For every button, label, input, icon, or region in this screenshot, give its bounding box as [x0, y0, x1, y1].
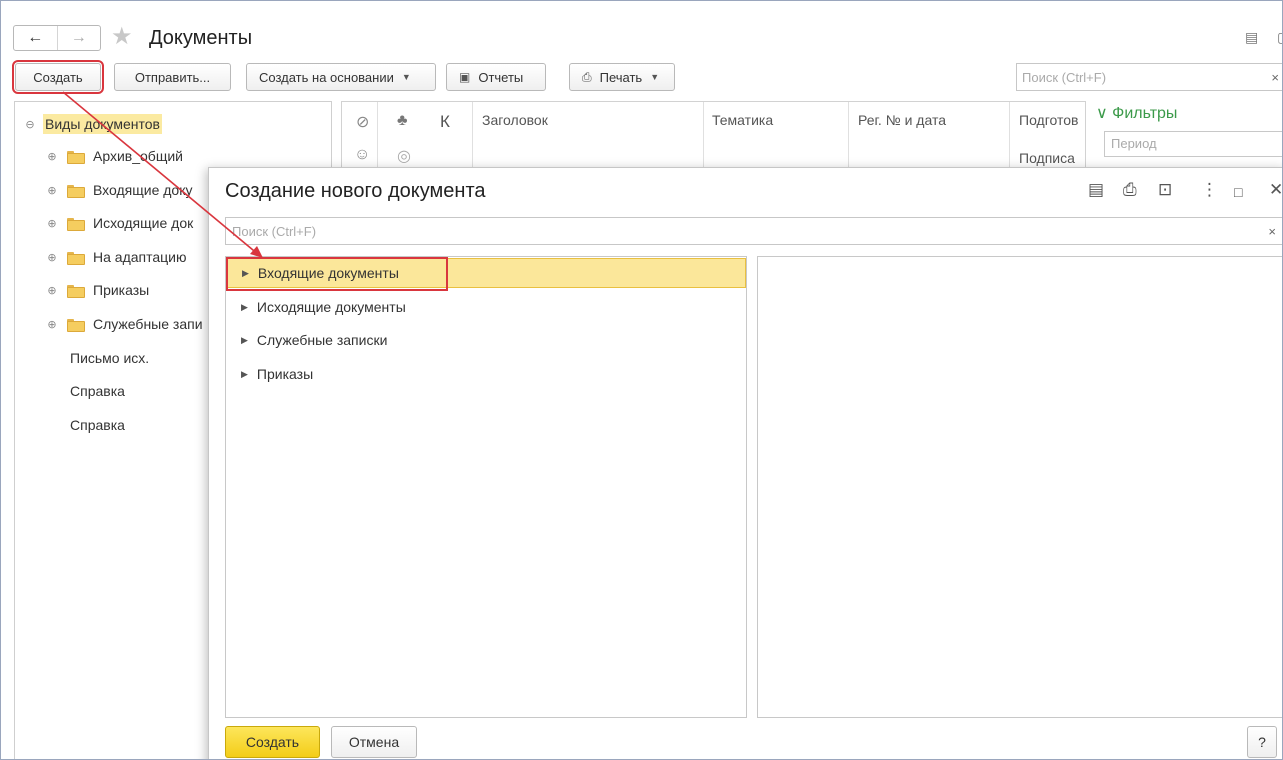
create-based-on-button[interactable]: Создать на основании ▼ — [246, 63, 436, 91]
tree-folder-label: Приказы — [93, 282, 150, 298]
printer-icon: ⎙ — [582, 69, 592, 84]
save-icon[interactable]: ▤ — [1088, 180, 1104, 200]
expand-icon[interactable]: ⊕ — [45, 284, 59, 297]
preview-icon[interactable]: ⊡ — [1158, 180, 1172, 200]
chevron-down-icon: ▼ — [401, 72, 411, 82]
clear-search-icon[interactable]: × — [1271, 70, 1279, 85]
more-options-icon[interactable]: ⋮ — [1201, 180, 1218, 200]
list-item-label: Служебные записки — [256, 332, 388, 348]
send-button[interactable]: Отправить... — [114, 63, 231, 91]
tree-folder[interactable]: ⊕ Служебные запи — [45, 312, 203, 336]
document-kinds-list: ▶ Входящие документы ▶ Исходящие докумен… — [225, 256, 747, 718]
back-button[interactable]: ← — [14, 26, 57, 50]
create-document-dialog: Создание нового документа ▤ ⎙ ⊡ ⋮ □ ✕ По… — [208, 167, 1282, 759]
list-item[interactable]: ▶ Приказы — [226, 359, 746, 389]
tree-folder-label: Исходящие док — [93, 215, 194, 231]
reports-label: Отчеты — [478, 69, 524, 85]
dialog-cancel-button[interactable]: Отмена — [331, 726, 417, 758]
grid-column-theme[interactable]: Тематика — [712, 112, 773, 128]
expand-icon[interactable]: ⊕ — [45, 184, 59, 197]
tree-folder-label: Входящие доку — [93, 182, 193, 198]
navigation-buttons: ← → — [13, 25, 101, 51]
grid-column-k[interactable]: К — [440, 112, 450, 132]
report-icon: ▣ — [459, 70, 471, 84]
expand-triangle-icon[interactable]: ▶ — [241, 302, 248, 313]
folder-icon — [67, 184, 85, 198]
help-button[interactable]: ? — [1247, 726, 1277, 758]
chevron-down-icon: ∨ — [1096, 105, 1108, 122]
folder-icon — [67, 318, 85, 332]
reports-button[interactable]: ▣ Отчеты — [446, 63, 546, 91]
search-placeholder: Поиск (Ctrl+F) — [1022, 69, 1107, 85]
documents-grid: ⊘ ♣ К Заголовок Тематика Рег. № и дата П… — [341, 101, 1086, 172]
tree-folder-label: Служебные запи — [93, 316, 203, 332]
list-item[interactable]: ▶ Исходящие документы — [226, 292, 746, 322]
expand-icon[interactable]: ⊕ — [45, 318, 59, 331]
list-item-label: Исходящие документы — [256, 299, 406, 315]
expand-triangle-icon[interactable]: ▶ — [241, 369, 248, 380]
folder-icon — [67, 150, 85, 164]
tree-root[interactable]: ⊖ Виды документов — [23, 112, 162, 136]
expand-icon[interactable]: ⊕ — [45, 251, 59, 264]
forward-button[interactable]: → — [56, 26, 101, 50]
tree-folder[interactable]: ⊕ Архив_общий — [45, 144, 183, 168]
expand-triangle-icon[interactable]: ▶ — [241, 335, 248, 346]
filters-header[interactable]: ∨ Фильтры — [1096, 103, 1177, 123]
dialog-title: Создание нового документа — [225, 180, 486, 202]
dialog-search-input[interactable]: Поиск (Ctrl+F) × — [225, 217, 1282, 245]
document-preview-pane — [757, 256, 1282, 718]
selection-highlight — [226, 257, 448, 291]
tree-item[interactable]: Письмо исх. — [70, 346, 149, 370]
hierarchy-icon[interactable]: ♣ — [397, 112, 408, 130]
chevron-down-icon: ▼ — [650, 72, 660, 82]
attachment-icon[interactable]: ⊘ — [356, 112, 369, 132]
users-icon[interactable]: ☺ — [354, 146, 370, 164]
grid-column-prepared[interactable]: Подготов — [1019, 112, 1078, 128]
period-input[interactable]: Период — [1104, 131, 1282, 157]
tree-item[interactable]: Справка — [70, 413, 125, 437]
folder-icon — [67, 217, 85, 231]
tree-folder-label: Архив_общий — [93, 148, 183, 164]
print-icon[interactable]: ⎙ — [1123, 180, 1137, 200]
favorite-star-icon[interactable]: ★ — [111, 23, 133, 51]
list-item[interactable]: ▶ Служебные записки — [226, 325, 746, 355]
expand-icon[interactable]: ⊕ — [45, 150, 59, 163]
create-based-on-label: Создать на основании — [259, 69, 394, 85]
grid-column-signed[interactable]: Подписа — [1019, 150, 1075, 166]
tree-folder[interactable]: ⊕ Входящие доку — [45, 178, 193, 202]
grid-column-title[interactable]: Заголовок — [482, 112, 548, 128]
search-input[interactable]: Поиск (Ctrl+F) × — [1016, 63, 1282, 91]
grid-column-reg[interactable]: Рег. № и дата — [858, 112, 946, 128]
period-placeholder: Период — [1111, 136, 1157, 151]
dialog-search-placeholder: Поиск (Ctrl+F) — [232, 223, 317, 239]
list-item-label: Приказы — [256, 366, 314, 382]
print-label: Печать — [599, 69, 643, 85]
filters-label: Фильтры — [1112, 105, 1178, 122]
more-icon[interactable]: ▢ — [1277, 29, 1282, 46]
tree-item-label: Письмо исх. — [70, 350, 150, 366]
tree-item-label: Справка — [70, 383, 125, 399]
tree-root-label: Виды документов — [43, 114, 162, 134]
dialog-create-button[interactable]: Создать — [225, 726, 320, 758]
tree-item[interactable]: Справка — [70, 379, 125, 403]
tree-folder[interactable]: ⊕ Исходящие док — [45, 211, 193, 235]
maximize-icon[interactable]: □ — [1234, 182, 1242, 202]
status-circle-icon[interactable]: ◎ — [397, 146, 411, 166]
clear-search-icon[interactable]: × — [1268, 224, 1276, 239]
tree-folder[interactable]: ⊕ На адаптацию — [45, 245, 187, 269]
save-icon[interactable]: ▤ — [1245, 29, 1258, 46]
expand-icon[interactable]: ⊕ — [45, 217, 59, 230]
collapse-icon[interactable]: ⊖ — [23, 118, 37, 131]
create-button[interactable]: Создать — [12, 60, 104, 94]
tree-folder[interactable]: ⊕ Приказы — [45, 278, 149, 302]
window-title: Документы — [149, 27, 253, 49]
print-button[interactable]: ⎙ Печать ▼ — [569, 63, 675, 91]
main-window: ← → ★ Документы ▤ ▢ Создать Отправить...… — [0, 0, 1283, 760]
folder-icon — [67, 284, 85, 298]
folder-icon — [67, 251, 85, 265]
tree-folder-label: На адаптацию — [93, 249, 187, 265]
close-icon[interactable]: ✕ — [1269, 180, 1282, 200]
tree-item-label: Справка — [70, 417, 125, 433]
